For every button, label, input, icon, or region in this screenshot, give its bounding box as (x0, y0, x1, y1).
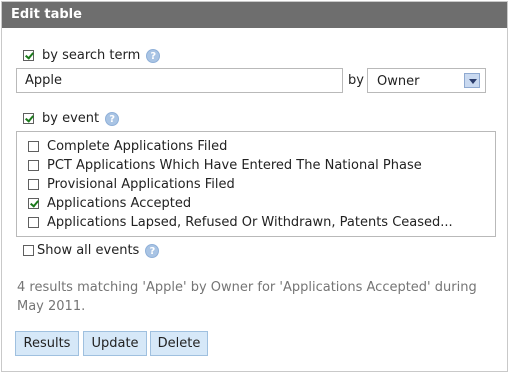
event-checkbox[interactable] (28, 141, 39, 152)
search-term-label: by search term (42, 48, 141, 63)
event-filter-checkbox[interactable] (23, 113, 34, 124)
panel-title: Edit table (2, 2, 507, 28)
event-label: Applications Lapsed, Refused Or Withdraw… (47, 215, 453, 230)
event-list-item[interactable]: Applications Accepted (28, 196, 191, 211)
show-all-events-label: Show all events (37, 243, 140, 258)
event-label: Complete Applications Filed (47, 139, 228, 154)
event-checkbox[interactable] (28, 198, 39, 209)
show-all-events-row: Show all events ? (23, 243, 160, 258)
event-label: PCT Applications Which Have Entered The … (47, 158, 422, 173)
event-checkbox[interactable] (28, 217, 39, 228)
search-term-input[interactable] (16, 68, 343, 93)
event-checkbox[interactable] (28, 179, 39, 190)
edit-table-panel: Edit table by search term ? by Owner by … (1, 1, 508, 372)
search-term-filter-row: by search term ? (23, 48, 161, 63)
search-field-select[interactable]: Owner (367, 68, 486, 93)
events-list: Complete Applications Filed PCT Applicat… (16, 131, 496, 237)
update-button[interactable]: Update (83, 331, 147, 356)
results-button[interactable]: Results (15, 331, 79, 356)
help-icon[interactable]: ? (146, 48, 161, 63)
help-icon[interactable]: ? (105, 111, 120, 126)
by-label: by (348, 73, 364, 88)
delete-button[interactable]: Delete (150, 331, 208, 356)
event-label: Applications Accepted (47, 196, 192, 211)
event-list-item[interactable]: PCT Applications Which Have Entered The … (28, 158, 422, 173)
dropdown-arrow-icon[interactable] (464, 73, 480, 88)
event-list-item[interactable]: Applications Lapsed, Refused Or Withdraw… (28, 215, 453, 230)
event-list-item[interactable]: Complete Applications Filed (28, 139, 227, 154)
event-checkbox[interactable] (28, 160, 39, 171)
search-term-checkbox[interactable] (23, 50, 34, 61)
help-icon[interactable]: ? (145, 243, 160, 258)
show-all-events-checkbox[interactable] (23, 245, 34, 256)
search-field-selected-value: Owner (377, 74, 420, 89)
event-list-item[interactable]: Provisional Applications Filed (28, 177, 235, 192)
event-filter-label: by event (42, 111, 100, 126)
event-filter-row: by event ? (23, 111, 120, 126)
results-status-text: 4 results matching 'Apple' by Owner for … (17, 280, 477, 314)
event-label: Provisional Applications Filed (47, 177, 235, 192)
